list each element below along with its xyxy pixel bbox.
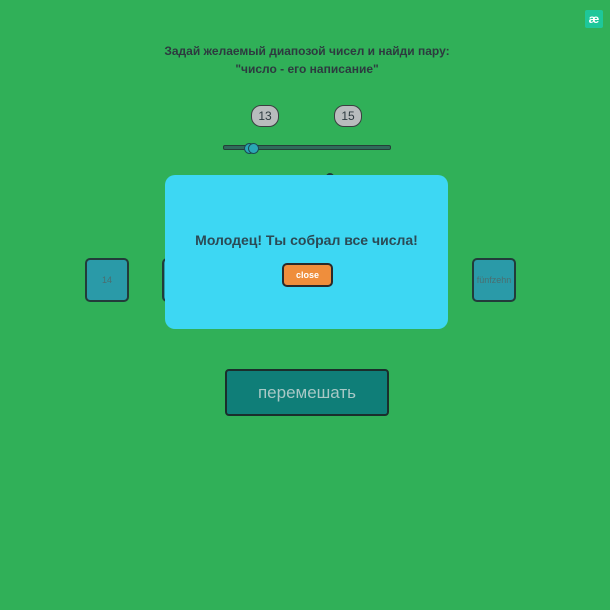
word-card[interactable]: fünfzehn (472, 258, 516, 302)
app-logo-icon: æ (585, 10, 603, 28)
close-button[interactable]: close (282, 263, 333, 287)
instructions: Задай желаемый диапозой чисел и найди па… (0, 42, 610, 78)
range-min-value: 13 (251, 105, 279, 127)
number-card[interactable]: 14 (85, 258, 129, 302)
range-max-value: 15 (334, 105, 362, 127)
instructions-line-1: Задай желаемый диапозой чисел и найди па… (164, 44, 450, 58)
shuffle-button[interactable]: перемешать (225, 369, 389, 416)
success-message: Молодец! Ты собрал все числа! (195, 232, 418, 248)
success-modal: Молодец! Ты собрал все числа! close (165, 175, 448, 329)
range-slider-max-thumb[interactable] (248, 143, 259, 154)
instructions-line-2: "число - его написание" (235, 62, 379, 76)
